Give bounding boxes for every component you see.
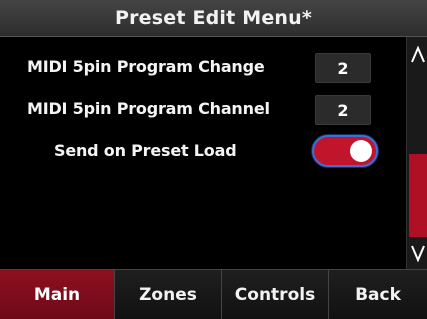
caret-up-icon[interactable] (407, 41, 427, 69)
scrollbar[interactable] (406, 37, 427, 269)
caret-down-icon[interactable] (407, 239, 427, 267)
program-channel-label: MIDI 5pin Program Channel (27, 99, 270, 118)
send-on-preset-load-label: Send on Preset Load (54, 141, 237, 160)
tab-back[interactable]: Back (329, 270, 427, 319)
send-on-preset-load-toggle[interactable] (312, 135, 378, 167)
tab-main[interactable]: Main (0, 270, 115, 319)
page-title: Preset Edit Menu* (0, 0, 427, 37)
preset-edit-screen: Preset Edit Menu* MIDI 5pin Program Chan… (0, 0, 427, 319)
program-change-value[interactable]: 2 (315, 53, 371, 83)
program-change-label: MIDI 5pin Program Change (27, 57, 265, 76)
bottom-tab-bar: Main Zones Controls Back (0, 269, 427, 319)
toggle-knob (350, 140, 372, 162)
scroll-thumb[interactable] (409, 154, 427, 237)
tab-zones[interactable]: Zones (115, 270, 222, 319)
tab-controls[interactable]: Controls (222, 270, 329, 319)
program-channel-value[interactable]: 2 (315, 95, 371, 125)
